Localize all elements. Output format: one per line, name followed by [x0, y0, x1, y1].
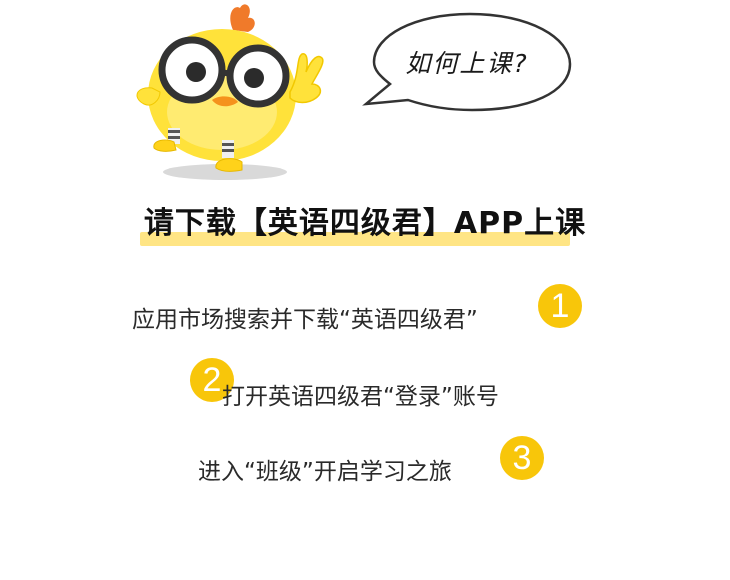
headline-container: 请下载【英语四级君】APP上课: [0, 198, 730, 242]
headline: 请下载【英语四级君】APP上课: [143, 206, 587, 241]
step-3-text: 进入“班级”开启学习之旅: [198, 459, 452, 485]
chick-mascot-icon: [136, 4, 324, 180]
page: 如何上课? 请下载【英语四级君】APP上课 应用市场搜索并下载“英语四级君” 1…: [0, 0, 730, 580]
step-3-badge: 3: [500, 436, 544, 480]
bubble-text: 如何上课?: [405, 49, 529, 78]
step-1-badge: 1: [538, 284, 582, 328]
step-2-text: 打开英语四级君“登录”账号: [222, 384, 499, 410]
step-1-text: 应用市场搜索并下载“英语四级君”: [132, 307, 478, 333]
